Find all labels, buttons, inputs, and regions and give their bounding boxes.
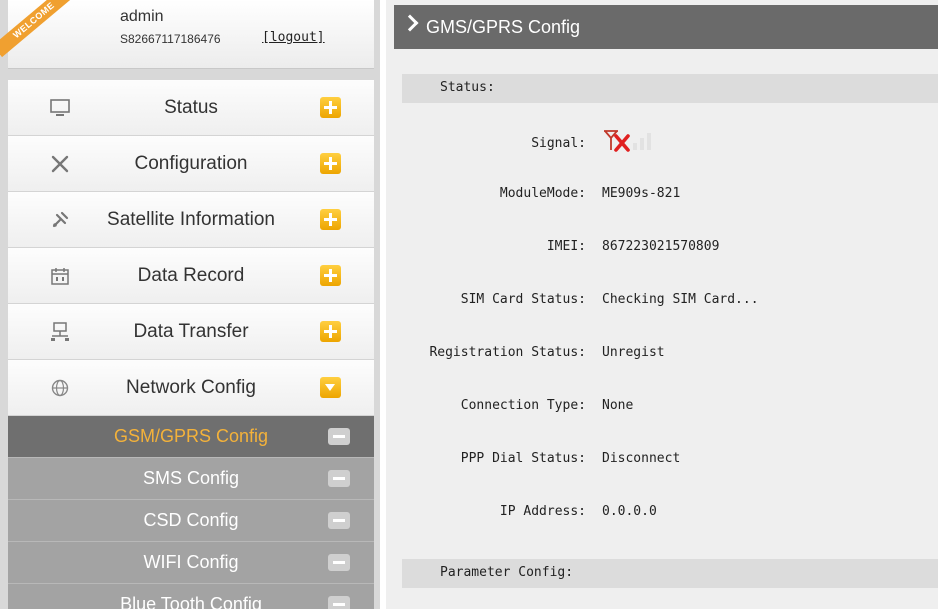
- connection-type-row: Connection Type: None: [386, 398, 938, 418]
- ip-address-row: IP Address: 0.0.0.0: [386, 504, 938, 524]
- globe-icon: [48, 376, 72, 400]
- page-title: GMS/GPRS Config: [426, 17, 581, 37]
- sidebar-item-label: Data Record: [137, 265, 245, 286]
- logout-link[interactable]: [logout]: [262, 30, 325, 45]
- signal-label: Signal:: [531, 136, 586, 151]
- parameter-config-section-header: Parameter Config:: [402, 559, 938, 588]
- sidebar-item-status[interactable]: Status: [8, 80, 374, 136]
- section-title: Parameter Config:: [440, 565, 574, 580]
- calendar-icon: [48, 264, 72, 288]
- sidebar-subitem-wifi-config[interactable]: WIFI Config: [8, 542, 374, 584]
- user-panel: WELCOME admin S82667117186476 [logout]: [0, 0, 374, 69]
- status-section-header: Status:: [402, 74, 938, 103]
- sidebar-subitem-label: CSD Config: [143, 510, 239, 530]
- sim-card-status-value: Checking SIM Card...: [602, 292, 759, 307]
- page-title-bar: GMS/GPRS Config: [394, 5, 938, 49]
- user-name: admin: [120, 8, 164, 25]
- minus-icon: [328, 512, 350, 529]
- expand-icon[interactable]: [320, 321, 341, 342]
- module-mode-value: ME909s-821: [602, 186, 681, 201]
- collapse-icon[interactable]: [320, 377, 341, 398]
- sidebar-item-data-record[interactable]: Data Record: [8, 248, 374, 304]
- sidebar-item-label: Configuration: [134, 153, 248, 174]
- network-icon: [48, 320, 72, 344]
- signal-no-service-icon: [602, 128, 666, 154]
- minus-icon: [328, 596, 350, 609]
- expand-icon[interactable]: [320, 97, 341, 118]
- ip-address-label: IP Address:: [499, 504, 586, 519]
- signal-row: Signal:: [386, 130, 938, 156]
- expand-icon[interactable]: [320, 265, 341, 286]
- registration-status-label: Registration Status:: [429, 345, 586, 360]
- sidebar-item-configuration[interactable]: Configuration: [8, 136, 374, 192]
- chevron-right-icon: [401, 14, 419, 32]
- sim-card-status-label: SIM Card Status:: [460, 292, 586, 307]
- sidebar-item-label: Network Config: [126, 377, 256, 398]
- sim-card-status-row: SIM Card Status: Checking SIM Card...: [386, 292, 938, 312]
- sidebar-subitem-label: Blue Tooth Config: [120, 594, 262, 609]
- connection-type-value: None: [602, 398, 634, 413]
- sidebar-item-satellite-information[interactable]: Satellite Information: [8, 192, 374, 248]
- monitor-icon: [48, 96, 72, 120]
- expand-icon[interactable]: [320, 209, 341, 230]
- registration-status-row: Registration Status: Unregist: [386, 345, 938, 365]
- sidebar-item-label: Status: [164, 97, 218, 118]
- sidebar-subitem-bluetooth-config[interactable]: Blue Tooth Config: [8, 584, 374, 609]
- ppp-dial-status-row: PPP Dial Status: Disconnect: [386, 451, 938, 471]
- imei-value: 867223021570809: [602, 239, 720, 254]
- imei-row: IMEI: 867223021570809: [386, 239, 938, 259]
- sidebar-menu: Status Configuration Satellite Informati…: [8, 80, 374, 609]
- sidebar-item-network-config[interactable]: Network Config: [8, 360, 374, 416]
- sidebar-item-label: Satellite Information: [107, 209, 275, 230]
- device-serial: S82667117186476: [120, 32, 221, 46]
- expand-icon[interactable]: [320, 153, 341, 174]
- minus-icon: [328, 470, 350, 487]
- satellite-icon: [48, 208, 72, 232]
- ppp-dial-status-label: PPP Dial Status:: [460, 451, 586, 466]
- connection-type-label: Connection Type:: [460, 398, 586, 413]
- tools-icon: [48, 152, 72, 176]
- ip-address-value: 0.0.0.0: [602, 504, 657, 519]
- sidebar-item-data-transfer[interactable]: Data Transfer: [8, 304, 374, 360]
- sidebar-item-label: Data Transfer: [133, 321, 249, 342]
- main-content: GMS/GPRS Config Status: Signal: ModuleMo…: [386, 0, 938, 609]
- section-title: Status:: [440, 80, 495, 95]
- welcome-ribbon: WELCOME: [0, 0, 76, 58]
- ppp-dial-status-value: Disconnect: [602, 451, 681, 466]
- sidebar-subitem-gsm-gprs-config[interactable]: GSM/GPRS Config: [8, 416, 374, 458]
- module-mode-row: ModuleMode: ME909s-821: [386, 186, 938, 206]
- minus-icon: [328, 554, 350, 571]
- sidebar-subitem-label: SMS Config: [142, 468, 240, 488]
- registration-status-value: Unregist: [602, 345, 665, 360]
- sidebar-subitem-csd-config[interactable]: CSD Config: [8, 500, 374, 542]
- sidebar-subitem-label: WIFI Config: [143, 552, 239, 572]
- minus-icon: [328, 428, 350, 445]
- sidebar-subitem-label: GSM/GPRS Config: [113, 426, 269, 446]
- module-mode-label: ModuleMode:: [499, 186, 586, 201]
- sidebar-subitem-sms-config[interactable]: SMS Config: [8, 458, 374, 500]
- imei-label: IMEI:: [546, 239, 586, 254]
- sidebar: WELCOME admin S82667117186476 [logout] S…: [0, 0, 380, 609]
